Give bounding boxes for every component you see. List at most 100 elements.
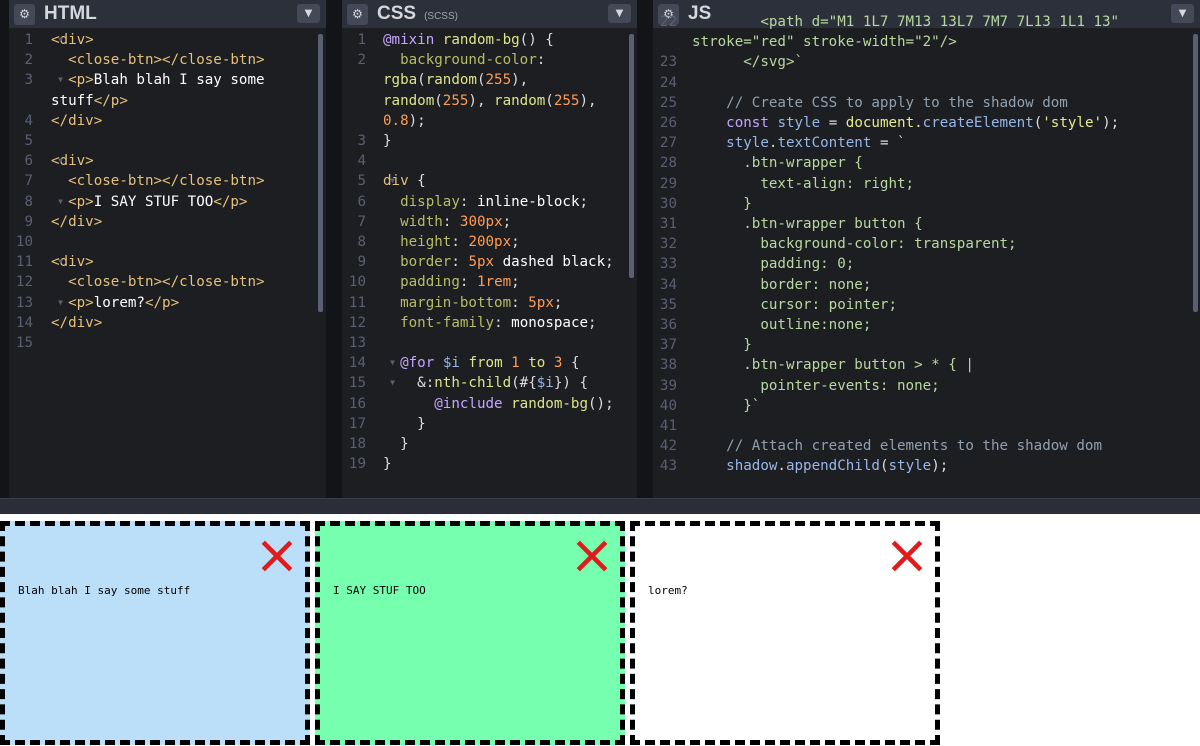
js-scrollbar[interactable]	[1193, 34, 1198, 312]
code-line[interactable]: 2 background-color: rgba(random(255), ra…	[342, 50, 637, 131]
code-text: div {	[383, 173, 426, 190]
code-line[interactable]: 15	[9, 333, 326, 353]
code-line[interactable]: 13	[342, 333, 637, 353]
code-line[interactable]: 14 </div>	[9, 313, 326, 333]
code-text: pointer-events: none;	[692, 377, 940, 394]
code-line[interactable]: 36 outline:none;	[653, 315, 1200, 335]
result-resize-handle[interactable]	[0, 498, 1200, 515]
code-line[interactable]: 23 </svg>`	[653, 52, 1200, 72]
code-line[interactable]: 14 ▼ @for $i from 1 to 3 {	[342, 353, 637, 373]
code-line[interactable]: 5 ▼ div {	[342, 171, 637, 191]
code-line[interactable]: 5	[9, 131, 326, 151]
code-line[interactable]: 42 // Attach created elements to the sha…	[653, 436, 1200, 456]
code-line[interactable]: 8 ▼ <p>I SAY STUF TOO</p>	[9, 192, 326, 212]
code-line[interactable]: 7 width: 300px;	[342, 212, 637, 232]
code-text: @mixin random-bg() {	[383, 32, 554, 48]
fold-arrow-icon[interactable]: ▼	[390, 171, 395, 191]
code-line[interactable]: 19}	[342, 454, 637, 474]
code-text: .btn-wrapper button > * { |	[692, 357, 974, 374]
code-line[interactable]: 2 <close-btn></close-btn>	[9, 50, 326, 70]
css-scrollbar[interactable]	[629, 34, 634, 278]
code-line[interactable]: 12 font-family: monospace;	[342, 313, 637, 333]
gear-icon[interactable]: ⚙	[14, 3, 35, 25]
code-line[interactable]: 1 @mixin random-bg() {	[342, 30, 637, 50]
code-line[interactable]: 30 }	[653, 194, 1200, 214]
line-number: 2	[357, 52, 366, 69]
line-number: 26	[659, 115, 677, 132]
code-line[interactable]: 4	[342, 151, 637, 171]
fold-arrow-icon[interactable]: ▼	[58, 70, 63, 90]
red-x-icon[interactable]	[891, 540, 923, 572]
fold-arrow-icon[interactable]: ▼	[58, 252, 63, 272]
code-text: <p>lorem?</p>	[68, 294, 180, 311]
code-line[interactable]: 7 <close-btn></close-btn>	[9, 171, 326, 191]
code-line[interactable]: 6 display: inline-block;	[342, 192, 637, 212]
code-line[interactable]: 25 // Create CSS to apply to the shadow …	[653, 93, 1200, 113]
code-line[interactable]: 12 <close-btn></close-btn>	[9, 272, 326, 292]
code-text: }`	[692, 397, 761, 414]
code-line[interactable]: 4 </div>	[9, 111, 326, 131]
code-line[interactable]: 43 shadow.appendChild(style);	[653, 456, 1200, 476]
code-line[interactable]: 22 <path d="M1 1L7 7M13 13L7 7M7 7L13 1L…	[653, 12, 1200, 52]
js-code-editor[interactable]: 22 <path d="M1 1L7 7M13 13L7 7M7 7L13 1L…	[653, 12, 1200, 498]
html-panel-title: HTML	[44, 3, 97, 24]
fold-arrow-icon[interactable]: ▼	[58, 151, 63, 171]
code-line[interactable]: 17 }	[342, 414, 637, 434]
chevron-down-icon[interactable]: ▼	[608, 4, 631, 23]
code-line[interactable]: 32 background-color: transparent;	[653, 234, 1200, 254]
line-number: 8 ▼	[9, 192, 63, 212]
chevron-down-icon[interactable]: ▼	[297, 4, 320, 23]
fold-arrow-icon[interactable]: ▼	[58, 192, 63, 212]
red-x-icon[interactable]	[576, 540, 608, 572]
code-line[interactable]: 35 cursor: pointer;	[653, 295, 1200, 315]
code-line[interactable]: 9 border: 5px dashed black;	[342, 252, 637, 272]
code-line[interactable]: 24	[653, 73, 1200, 93]
css-code-editor[interactable]: 1 @mixin random-bg() {2 background-color:…	[342, 30, 637, 498]
code-line[interactable]: 34 border: none;	[653, 275, 1200, 295]
line-number: 29	[659, 175, 677, 192]
code-line[interactable]: 8 height: 200px;	[342, 232, 637, 252]
code-line[interactable]: 13 ▼ <p>lorem?</p>	[9, 293, 326, 313]
code-text: border: 5px dashed black;	[400, 254, 614, 271]
code-line[interactable]: 33 padding: 0;	[653, 254, 1200, 274]
code-line[interactable]: 1 ▼ <div>	[9, 30, 326, 50]
line-number: 2	[24, 52, 33, 69]
code-line[interactable]: 3}	[342, 131, 637, 151]
code-line[interactable]: 9 </div>	[9, 212, 326, 232]
code-line[interactable]: 37 }	[653, 335, 1200, 355]
code-line[interactable]: 31 .btn-wrapper button {	[653, 214, 1200, 234]
code-line[interactable]: 27 style.textContent = `	[653, 133, 1200, 153]
code-text: background-color: transparent;	[692, 236, 1017, 253]
code-line[interactable]: 15 ▼ &:nth-child(#{$i}) {	[342, 373, 637, 393]
code-line[interactable]: 28 .btn-wrapper {	[653, 153, 1200, 173]
code-line[interactable]: 18 }	[342, 434, 637, 454]
code-line[interactable]: 29 text-align: right;	[653, 174, 1200, 194]
red-x-icon[interactable]	[261, 540, 293, 572]
code-line[interactable]: 16 @include random-bg();	[342, 394, 637, 414]
gear-icon[interactable]: ⚙	[347, 3, 368, 25]
code-line[interactable]: 6 ▼ <div>	[9, 151, 326, 171]
code-line[interactable]: 10 padding: 1rem;	[342, 272, 637, 292]
line-number: 1 ▼	[9, 30, 63, 50]
code-line[interactable]: 39 pointer-events: none;	[653, 376, 1200, 396]
line-number: 6	[357, 193, 366, 210]
code-text: .btn-wrapper {	[692, 155, 863, 172]
html-code-editor[interactable]: 1 ▼ <div> 2 <close-btn></close-btn> 3 ▼ <p>Bl…	[9, 30, 326, 498]
fold-arrow-icon[interactable]: ▼	[58, 293, 63, 313]
code-line[interactable]: 10	[9, 232, 326, 252]
code-line[interactable]: 41	[653, 416, 1200, 436]
code-line[interactable]: 38 .btn-wrapper button > * { |	[653, 355, 1200, 375]
code-line[interactable]: 26 const style = document.createElement(…	[653, 113, 1200, 133]
code-line[interactable]: 11 margin-bottom: 5px;	[342, 293, 637, 313]
fold-arrow-icon[interactable]: ▼	[390, 373, 395, 393]
code-line[interactable]: 11 ▼ <div>	[9, 252, 326, 272]
html-scrollbar[interactable]	[318, 34, 323, 312]
code-line[interactable]: 3 ▼ <p>Blah blah I say some stuff</p>	[9, 70, 326, 110]
code-line[interactable]: 40 }`	[653, 396, 1200, 416]
fold-arrow-icon[interactable]: ▼	[390, 353, 395, 373]
line-number: 16	[348, 395, 366, 412]
fold-arrow-icon[interactable]: ▼	[58, 30, 63, 50]
